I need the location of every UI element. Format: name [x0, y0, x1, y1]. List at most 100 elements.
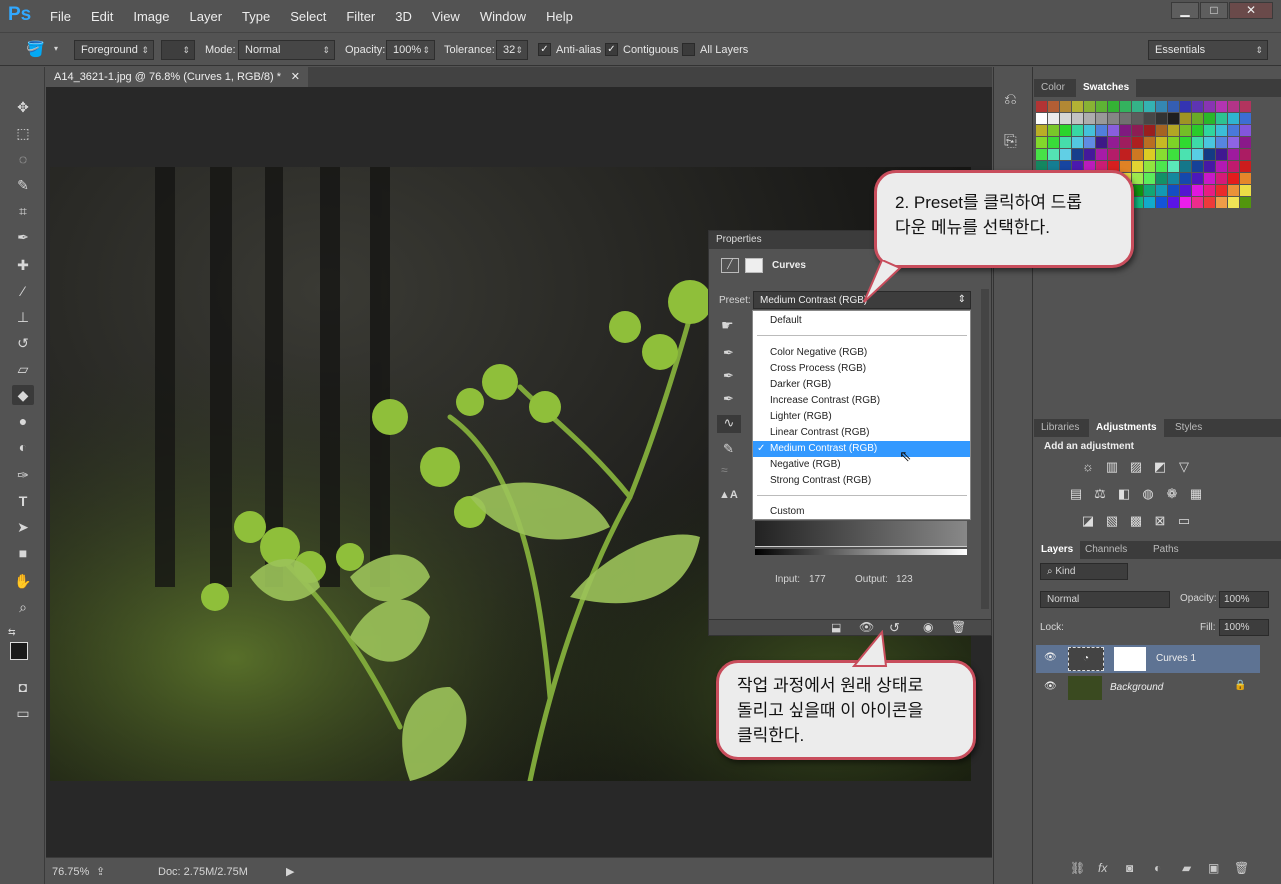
screen-mode-icon[interactable]: ▭: [12, 703, 34, 723]
preset-option[interactable]: Cross Process (RGB): [753, 361, 970, 377]
color-swatch[interactable]: [1192, 197, 1203, 208]
color-swatch[interactable]: [1108, 101, 1119, 112]
color-swatch[interactable]: [1228, 173, 1239, 184]
color-swatch[interactable]: [1240, 137, 1251, 148]
menu-filter[interactable]: Filter: [336, 9, 385, 24]
color-swatch[interactable]: [1156, 125, 1167, 136]
color-swatch[interactable]: [1228, 137, 1239, 148]
color-swatch[interactable]: [1240, 185, 1251, 196]
type-tool-icon[interactable]: T: [12, 491, 34, 511]
color-swatch[interactable]: [1216, 185, 1227, 196]
tab-swatches[interactable]: Swatches: [1076, 79, 1137, 97]
color-swatch[interactable]: [1180, 197, 1191, 208]
color-swatch[interactable]: [1084, 101, 1095, 112]
color-swatch[interactable]: [1156, 173, 1167, 184]
color-swatch[interactable]: [1168, 113, 1179, 124]
color-swatch[interactable]: [1144, 125, 1155, 136]
tolerance-field[interactable]: 32: [496, 40, 528, 60]
curve-edit-icon[interactable]: ∿: [717, 415, 741, 433]
color-swatch[interactable]: [1180, 149, 1191, 160]
color-swatch[interactable]: [1204, 185, 1215, 196]
layer-row-background[interactable]: 👁 Background 🔒: [1036, 674, 1260, 702]
brush-tool-icon[interactable]: ⁄: [12, 281, 34, 301]
document-tab[interactable]: A14_3621-1.jpg @ 76.8% (Curves 1, RGB/8)…: [46, 67, 308, 87]
color-swatch[interactable]: [1132, 173, 1143, 184]
color-swatch[interactable]: [1180, 125, 1191, 136]
selective-color-icon[interactable]: ⊠: [1152, 514, 1168, 528]
delete-icon[interactable]: 🗑: [951, 620, 966, 634]
menu-window[interactable]: Window: [470, 9, 536, 24]
eye-icon[interactable]: 👁: [1044, 681, 1057, 692]
mode-select[interactable]: Normal: [238, 40, 335, 60]
channel-mixer-icon[interactable]: ❁: [1164, 487, 1180, 501]
workspace-select[interactable]: Essentials: [1148, 40, 1268, 60]
color-swatch[interactable]: [1204, 101, 1215, 112]
color-swatch[interactable]: [1204, 137, 1215, 148]
color-swatch[interactable]: [1228, 101, 1239, 112]
zoom-tool-icon[interactable]: ⌕: [12, 597, 34, 617]
color-swatch[interactable]: [1216, 113, 1227, 124]
color-swatch[interactable]: [1192, 101, 1203, 112]
color-swatch[interactable]: [1228, 161, 1239, 172]
eyedropper-tool-icon[interactable]: ✒: [12, 227, 34, 247]
color-swatch[interactable]: [1036, 137, 1047, 148]
color-swatch[interactable]: [1120, 149, 1131, 160]
color-swatch[interactable]: [1096, 125, 1107, 136]
pencil-draw-icon[interactable]: ✎: [723, 441, 734, 457]
black-point-eyedropper-icon[interactable]: ✒: [723, 345, 734, 361]
foreground-color-swatch[interactable]: [10, 642, 28, 660]
color-swatch[interactable]: [1060, 113, 1071, 124]
blur-tool-icon[interactable]: ●: [12, 411, 34, 431]
menu-view[interactable]: View: [422, 9, 470, 24]
color-swatch[interactable]: [1240, 113, 1251, 124]
color-swatch[interactable]: [1060, 137, 1071, 148]
pen-tool-icon[interactable]: ✑: [12, 465, 34, 485]
all-layers-checkbox[interactable]: [682, 43, 695, 56]
minimize-button[interactable]: ▁: [1171, 2, 1199, 19]
menu-edit[interactable]: Edit: [81, 9, 123, 24]
color-swatch[interactable]: [1120, 101, 1131, 112]
vibrance-icon[interactable]: ▽: [1176, 460, 1192, 474]
color-swatch[interactable]: [1144, 101, 1155, 112]
menu-select[interactable]: Select: [280, 9, 336, 24]
color-swatch[interactable]: [1204, 173, 1215, 184]
color-swatch[interactable]: [1144, 173, 1155, 184]
black-white-icon[interactable]: ◧: [1116, 487, 1132, 501]
color-swatch[interactable]: [1096, 113, 1107, 124]
visibility-icon[interactable]: ◉: [923, 620, 933, 634]
color-swatch[interactable]: [1180, 101, 1191, 112]
color-swatch[interactable]: [1216, 149, 1227, 160]
color-swatch[interactable]: [1228, 113, 1239, 124]
clip-to-layer-icon[interactable]: ⬓: [831, 621, 841, 634]
threshold-icon[interactable]: ▩: [1128, 514, 1144, 528]
color-swatch[interactable]: [1168, 173, 1179, 184]
smooth-curve-icon[interactable]: ≈: [721, 463, 728, 477]
color-swatch[interactable]: [1240, 101, 1251, 112]
eye-icon[interactable]: 👁: [1044, 652, 1057, 663]
color-swatch[interactable]: [1132, 137, 1143, 148]
blend-mode-select[interactable]: Normal: [1040, 591, 1170, 608]
color-swatch[interactable]: [1204, 161, 1215, 172]
color-swatch[interactable]: [1036, 149, 1047, 160]
color-swatch[interactable]: [1084, 149, 1095, 160]
share-icon[interactable]: ⇪: [96, 865, 105, 878]
link-layers-icon[interactable]: ⛓: [1070, 861, 1085, 875]
pattern-picker[interactable]: [161, 40, 195, 60]
color-swatch[interactable]: [1168, 101, 1179, 112]
color-swatch[interactable]: [1180, 113, 1191, 124]
color-swatch[interactable]: [1048, 149, 1059, 160]
color-swatch[interactable]: [1144, 161, 1155, 172]
color-swatch[interactable]: [1156, 137, 1167, 148]
color-swatch[interactable]: [1060, 149, 1071, 160]
color-swatch[interactable]: [1240, 173, 1251, 184]
maximize-button[interactable]: □: [1200, 2, 1228, 19]
color-swatch[interactable]: [1144, 149, 1155, 160]
color-swatch[interactable]: [1168, 137, 1179, 148]
color-swatch[interactable]: [1132, 149, 1143, 160]
color-swatch[interactable]: [1048, 113, 1059, 124]
curve-histogram[interactable]: [755, 521, 967, 547]
color-swatch[interactable]: [1192, 161, 1203, 172]
rectangle-tool-icon[interactable]: ■: [12, 543, 34, 563]
preset-option[interactable]: Custom: [753, 504, 970, 520]
clipping-warning-icon[interactable]: ▲A: [719, 489, 738, 501]
